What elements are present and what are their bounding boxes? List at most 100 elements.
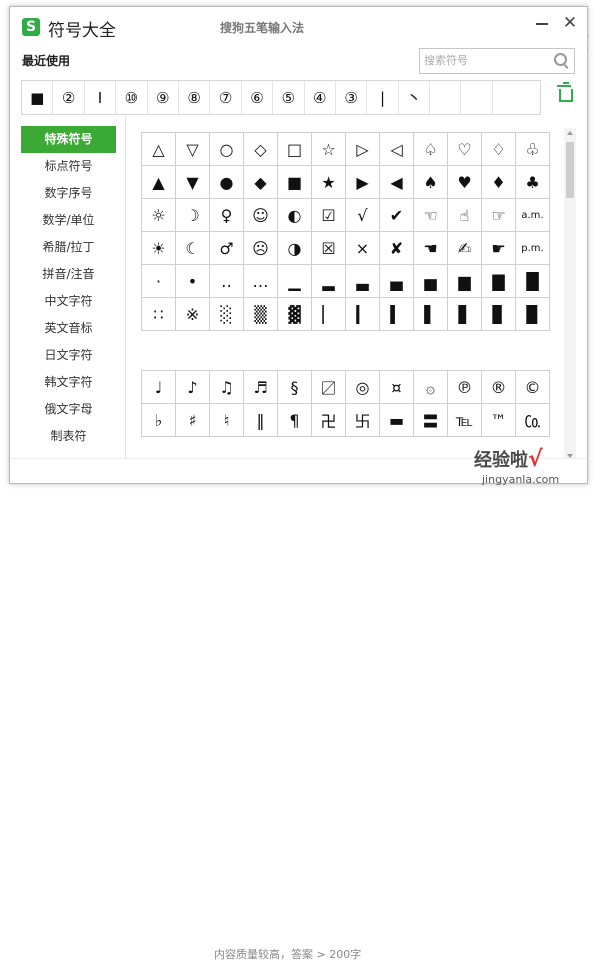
symbol-cell[interactable]: √ bbox=[346, 199, 380, 232]
close-button[interactable]: ✕ bbox=[562, 14, 578, 32]
sidebar-category-item[interactable]: 数学/单位 bbox=[21, 207, 116, 234]
symbol-cell[interactable]: ▋ bbox=[448, 298, 482, 331]
symbol-cell[interactable]: ▎ bbox=[346, 298, 380, 331]
recent-symbol-cell[interactable]: 丶 bbox=[399, 81, 431, 114]
symbol-cell[interactable]: 卐 bbox=[346, 404, 380, 437]
symbol-cell[interactable]: ☀ bbox=[142, 232, 176, 265]
symbol-scrollbar[interactable] bbox=[564, 128, 576, 461]
symbol-cell[interactable]: □ bbox=[278, 133, 312, 166]
recent-symbol-cell[interactable]: ⑩ bbox=[116, 81, 148, 114]
search-input[interactable] bbox=[424, 52, 544, 68]
symbol-cell[interactable]: ★ bbox=[312, 166, 346, 199]
symbol-cell[interactable]: ▅ bbox=[414, 265, 448, 298]
symbol-cell[interactable]: ▲ bbox=[142, 166, 176, 199]
symbol-cell[interactable]: ▂ bbox=[312, 265, 346, 298]
symbol-cell[interactable]: ☛ bbox=[482, 232, 516, 265]
sidebar-category-item[interactable]: 韩文字符 bbox=[21, 369, 116, 396]
symbol-cell[interactable]: ☚ bbox=[414, 232, 448, 265]
symbol-cell[interactable]: ✔ bbox=[380, 199, 414, 232]
recent-symbol-cell[interactable]: ③ bbox=[336, 81, 368, 114]
sidebar-category-item[interactable]: 俄文字母 bbox=[21, 396, 116, 423]
symbol-cell[interactable]: ‥ bbox=[210, 265, 244, 298]
symbol-cell[interactable]: ♬ bbox=[244, 371, 278, 404]
symbol-cell[interactable]: ☆ bbox=[312, 133, 346, 166]
symbol-cell[interactable]: ℡ bbox=[448, 404, 482, 437]
recent-symbol-cell[interactable] bbox=[493, 81, 524, 114]
symbol-cell[interactable]: ¤ bbox=[380, 371, 414, 404]
symbol-cell[interactable]: ☑ bbox=[312, 199, 346, 232]
symbol-cell[interactable]: ♥ bbox=[448, 166, 482, 199]
symbol-cell[interactable]: · bbox=[142, 265, 176, 298]
symbol-cell[interactable]: △ bbox=[142, 133, 176, 166]
symbol-cell[interactable]: ☝ bbox=[448, 199, 482, 232]
sidebar-category-item[interactable]: 拼音/注音 bbox=[21, 261, 116, 288]
symbol-cell[interactable]: ♀ bbox=[210, 199, 244, 232]
symbol-cell[interactable]: ▄ bbox=[380, 265, 414, 298]
sidebar-category-item[interactable]: 英文音标 bbox=[21, 315, 116, 342]
symbol-cell[interactable]: ◆ bbox=[244, 166, 278, 199]
symbol-cell[interactable]: ◎ bbox=[346, 371, 380, 404]
recent-symbol-cell[interactable]: ⑦ bbox=[210, 81, 242, 114]
symbol-cell[interactable]: a.m. bbox=[516, 199, 550, 232]
symbol-cell[interactable]: × bbox=[346, 232, 380, 265]
symbol-cell[interactable]: ♂ bbox=[210, 232, 244, 265]
symbol-cell[interactable]: ▊ bbox=[482, 298, 516, 331]
symbol-cell[interactable]: ♦ bbox=[482, 166, 516, 199]
symbol-cell[interactable]: ♧ bbox=[516, 133, 550, 166]
recent-symbol-cell[interactable]: ■ bbox=[22, 81, 54, 114]
sidebar-category-item[interactable]: 数字序号 bbox=[21, 180, 116, 207]
sidebar-category-item[interactable]: 希腊/拉丁 bbox=[21, 234, 116, 261]
symbol-cell[interactable]: ∷ bbox=[142, 298, 176, 331]
recent-symbol-cell[interactable] bbox=[461, 81, 493, 114]
symbol-cell[interactable]: ℗ bbox=[448, 371, 482, 404]
symbol-cell[interactable]: ® bbox=[482, 371, 516, 404]
symbol-cell[interactable]: © bbox=[516, 371, 550, 404]
recent-symbol-cell[interactable]: ⑧ bbox=[179, 81, 211, 114]
symbol-cell[interactable]: ◑ bbox=[278, 232, 312, 265]
symbol-cell[interactable]: ♩ bbox=[142, 371, 176, 404]
symbol-cell[interactable]: ♭ bbox=[142, 404, 176, 437]
symbol-cell[interactable]: ☾ bbox=[176, 232, 210, 265]
symbol-cell[interactable]: ۞ bbox=[414, 371, 448, 404]
sidebar-category-item[interactable]: 标点符号 bbox=[21, 153, 116, 180]
symbol-cell[interactable]: … bbox=[244, 265, 278, 298]
symbol-cell[interactable]: ™ bbox=[482, 404, 516, 437]
symbol-cell[interactable]: ♯ bbox=[176, 404, 210, 437]
symbol-cell[interactable]: ▁ bbox=[278, 265, 312, 298]
recent-symbol-cell[interactable]: | bbox=[367, 81, 399, 114]
minimize-button[interactable] bbox=[535, 15, 549, 31]
symbol-cell[interactable]: ▓ bbox=[278, 298, 312, 331]
recent-symbol-cell[interactable] bbox=[430, 81, 462, 114]
symbol-cell[interactable]: ▶ bbox=[346, 166, 380, 199]
symbol-cell[interactable]: ‖ bbox=[244, 404, 278, 437]
symbol-cell[interactable]: ◁ bbox=[380, 133, 414, 166]
symbol-cell[interactable]: ♮ bbox=[210, 404, 244, 437]
symbol-cell[interactable]: ▽ bbox=[176, 133, 210, 166]
symbol-cell[interactable]: 〓 bbox=[414, 404, 448, 437]
sidebar-category-item[interactable]: 特殊符号 bbox=[21, 126, 116, 153]
symbol-cell[interactable]: • bbox=[176, 265, 210, 298]
symbol-cell[interactable]: ◐ bbox=[278, 199, 312, 232]
symbol-cell[interactable]: █ bbox=[516, 265, 550, 298]
symbol-cell[interactable]: ♣ bbox=[516, 166, 550, 199]
symbol-cell[interactable]: ■ bbox=[278, 166, 312, 199]
symbol-cell[interactable]: ※ bbox=[176, 298, 210, 331]
symbol-cell[interactable]: ▃ bbox=[346, 265, 380, 298]
symbol-cell[interactable]: ♠ bbox=[414, 166, 448, 199]
symbol-cell[interactable]: ✍ bbox=[448, 232, 482, 265]
recent-symbol-cell[interactable]: ② bbox=[53, 81, 85, 114]
symbol-cell[interactable]: ▼ bbox=[176, 166, 210, 199]
symbol-cell[interactable]: ◀ bbox=[380, 166, 414, 199]
symbol-cell[interactable]: § bbox=[278, 371, 312, 404]
symbol-cell[interactable]: ● bbox=[210, 166, 244, 199]
scroll-up-arrow-icon[interactable] bbox=[567, 131, 573, 135]
symbol-cell[interactable]: ○ bbox=[210, 133, 244, 166]
symbol-cell[interactable]: ▏ bbox=[312, 298, 346, 331]
symbol-cell[interactable]: ♪ bbox=[176, 371, 210, 404]
recent-symbol-cell[interactable]: ⑥ bbox=[242, 81, 274, 114]
sidebar-category-item[interactable]: 中文字符 bbox=[21, 288, 116, 315]
symbol-cell[interactable]: ♡ bbox=[448, 133, 482, 166]
symbol-cell[interactable]: ▷ bbox=[346, 133, 380, 166]
symbol-cell[interactable]: ¶ bbox=[278, 404, 312, 437]
symbol-cell[interactable]: ♢ bbox=[482, 133, 516, 166]
